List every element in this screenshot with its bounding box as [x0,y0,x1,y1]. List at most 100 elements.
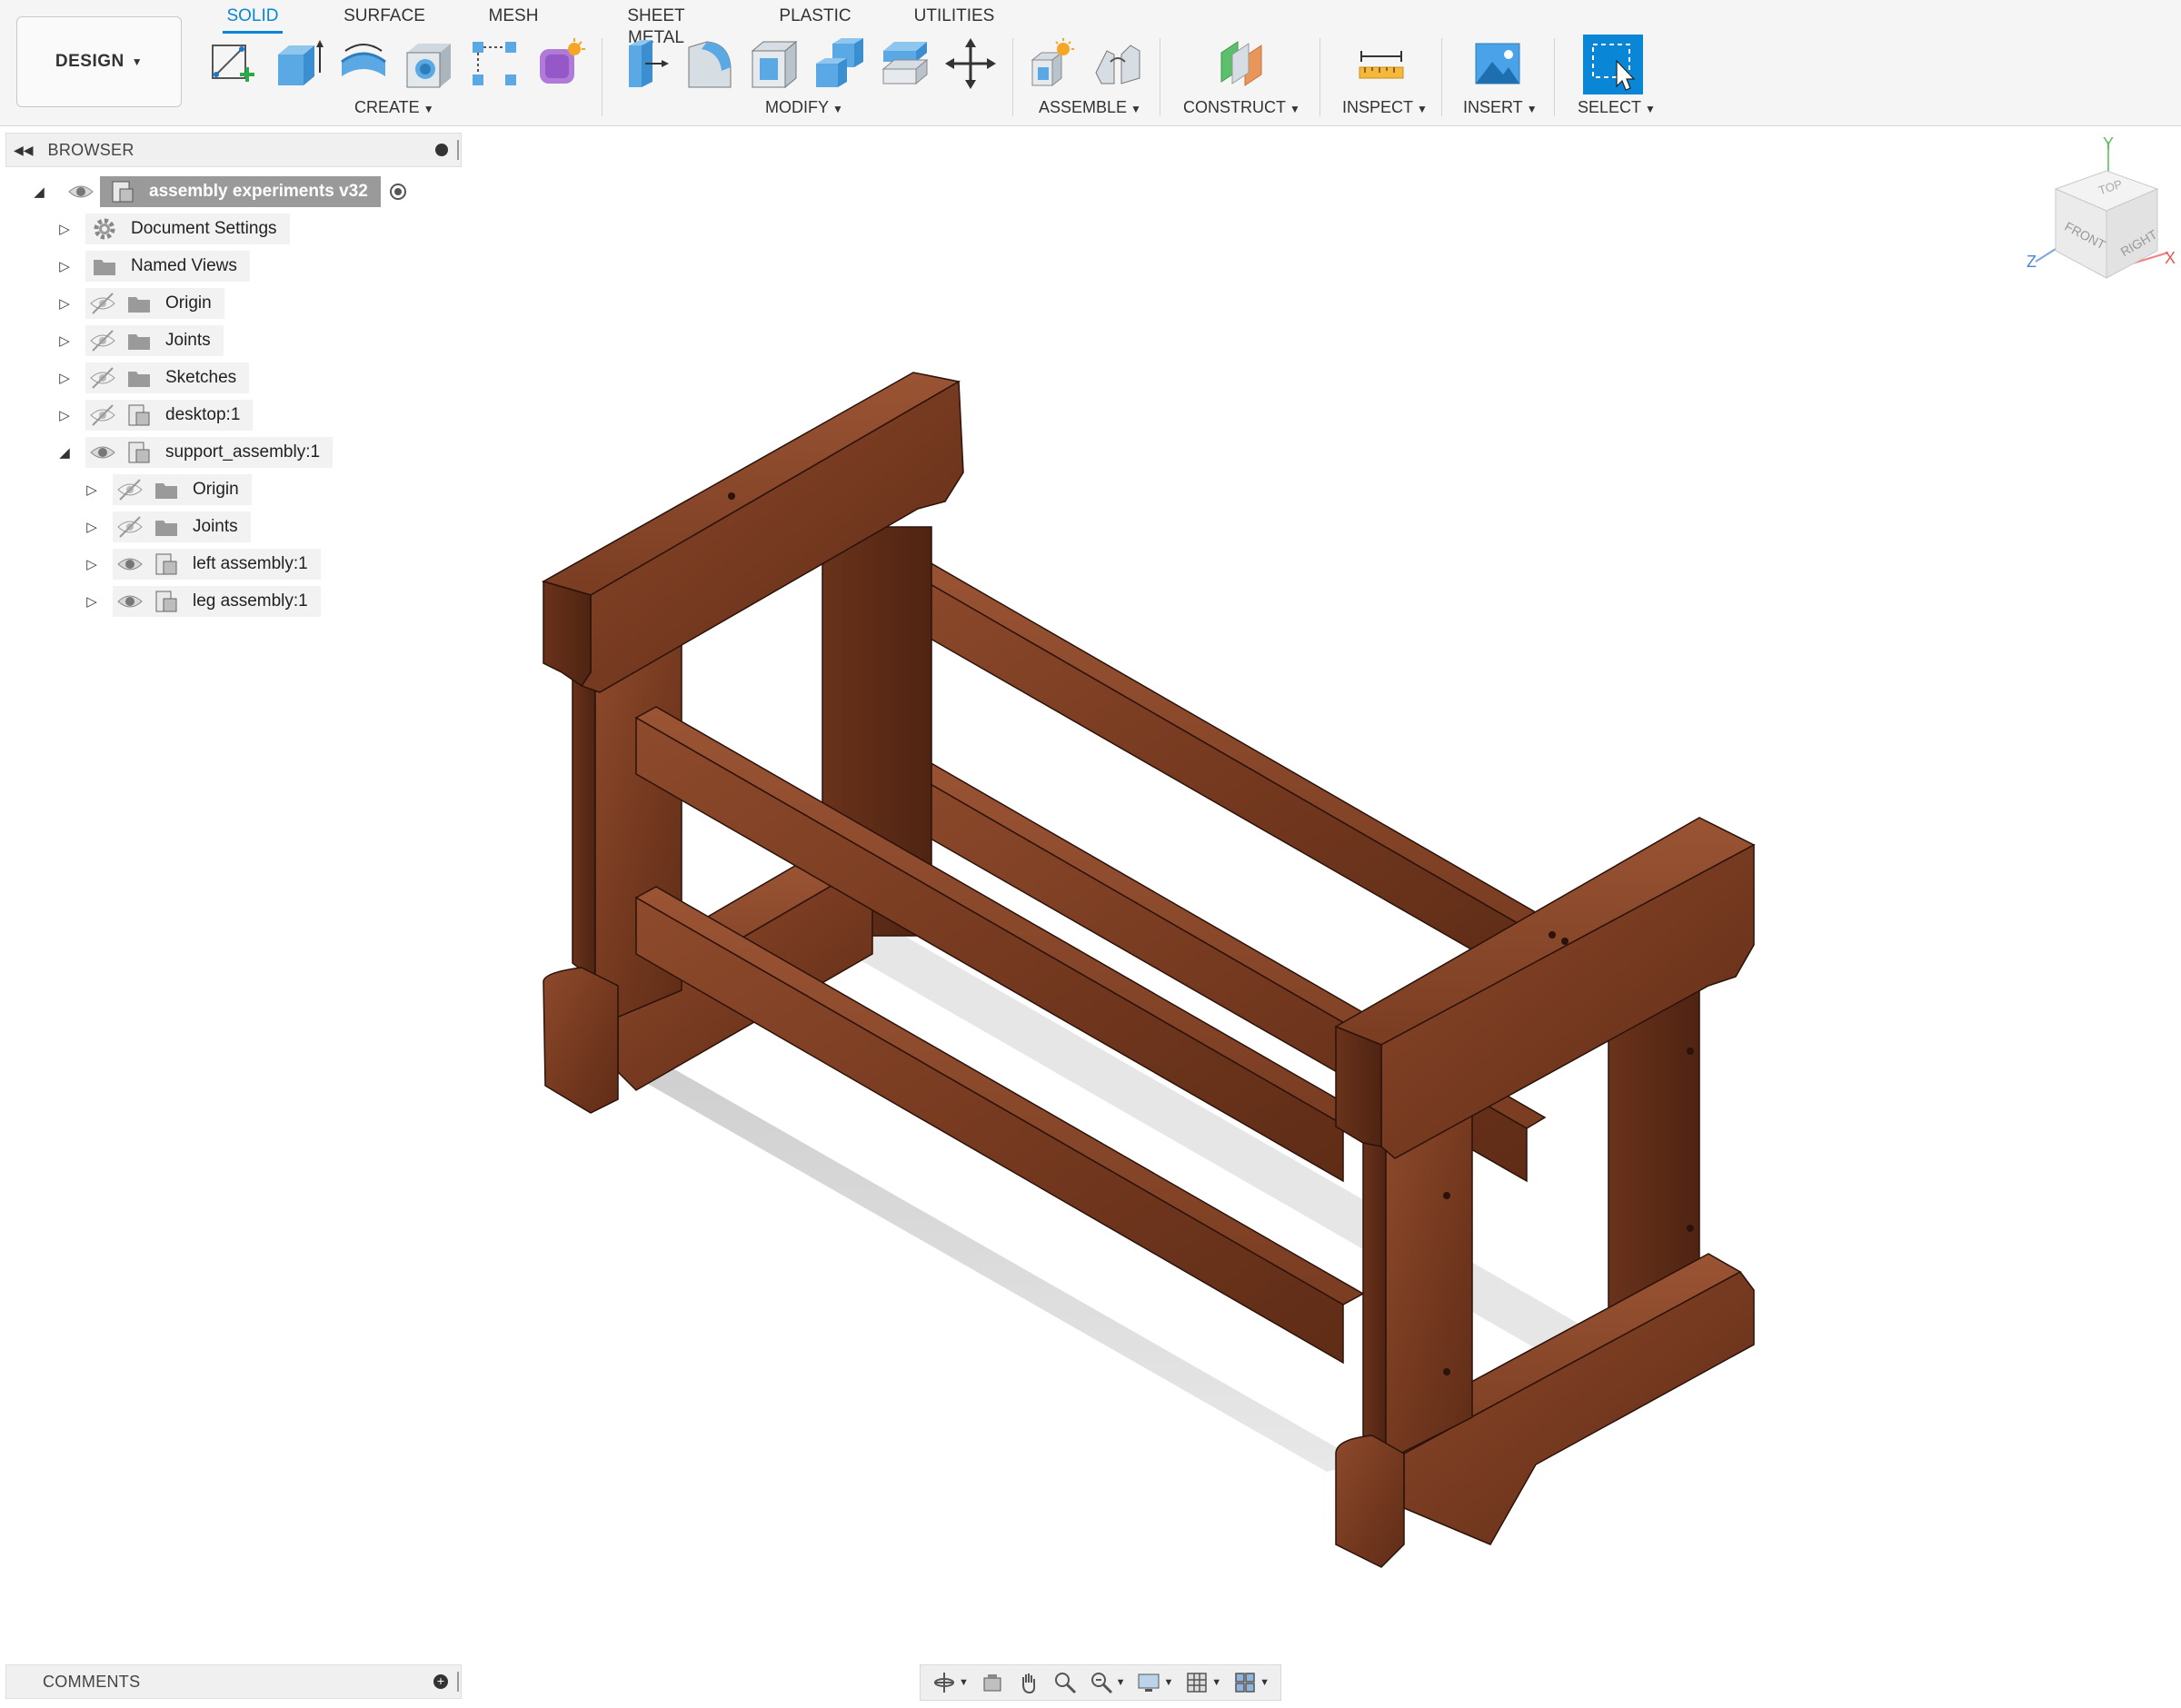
eye-visible-icon[interactable] [89,439,116,466]
new-component-icon[interactable] [1023,35,1081,93]
offset-face-icon[interactable] [876,35,934,93]
tree-root-row[interactable]: ◢ assembly experiments v32 [31,176,406,207]
tree-item-label: Origin [193,480,239,499]
zoom-button[interactable] [1052,1667,1078,1698]
tree-item-label: Joints [165,331,211,350]
fit-button[interactable]: ▼ [1089,1667,1126,1698]
insert-menu[interactable]: INSERT ▼ [1463,98,1538,117]
tab-plastic[interactable]: PLASTIC [779,5,851,31]
revolve-icon[interactable] [334,35,393,93]
tree-row-sub-joints[interactable]: ▷ Joints [84,511,251,542]
combine-icon[interactable] [811,35,869,93]
caret-down-icon: ▼ [1163,1677,1174,1688]
display-settings-button[interactable]: ▼ [1136,1667,1173,1698]
tree-row-left-assembly[interactable]: ▷ left assembly:1 [84,549,321,580]
caret-down-icon: ▼ [958,1677,969,1688]
tree-root-pill[interactable]: assembly experiments v32 [100,176,381,207]
insert-image-icon[interactable] [1469,35,1527,93]
construct-menu[interactable]: CONSTRUCT ▼ [1183,98,1300,117]
measure-icon[interactable] [1352,35,1410,93]
tab-surface[interactable]: SURFACE [344,5,425,31]
y-axis-label: Y [2103,134,2114,153]
tree-row-named-views[interactable]: ▷ Named Views [56,251,250,282]
expanded-triangle-icon[interactable]: ◢ [56,444,73,461]
workspace-switcher-button[interactable]: DESIGN ▼ [16,16,182,107]
tree-row-desktop[interactable]: ▷ desktop:1 [56,400,254,431]
select-menu[interactable]: SELECT ▼ [1578,98,1656,117]
inspect-menu[interactable]: INSPECT ▼ [1342,98,1428,117]
workbench-model[interactable] [542,372,1756,1568]
create-form-icon[interactable] [531,35,589,93]
look-at-button[interactable] [980,1667,1005,1698]
collapsed-triangle-icon[interactable]: ▷ [84,482,100,498]
collapsed-triangle-icon[interactable]: ▷ [56,370,73,386]
shell-icon[interactable] [745,35,803,93]
collapsed-triangle-icon[interactable]: ▷ [56,295,73,312]
viewcube[interactable]: Y X Z TOP FRONT RIGHT [2023,134,2177,298]
caret-down-icon: ▼ [1115,1677,1126,1688]
modify-menu[interactable]: MODIFY ▼ [765,98,843,117]
add-comment-icon[interactable]: + [433,1674,448,1689]
tree-row-origin[interactable]: ▷ Origin [56,288,224,319]
eye-visible-icon[interactable] [116,551,144,578]
collapsed-triangle-icon[interactable]: ▷ [84,593,100,610]
press-pull-icon[interactable] [614,35,672,93]
tree-item-label: Origin [165,293,212,313]
tree-row-sketches[interactable]: ▷ Sketches [56,362,250,393]
folder-icon [91,253,118,280]
workspace-label: DESIGN [55,52,124,71]
eye-visible-icon[interactable] [116,588,144,615]
collapsed-triangle-icon[interactable]: ▷ [84,556,100,572]
create-menu[interactable]: CREATE ▼ [354,98,434,117]
tree-item-label: Sketches [165,368,237,387]
caret-down-icon: ▼ [1417,103,1428,115]
hole-icon[interactable] [400,35,458,93]
fillet-icon[interactable] [680,35,738,93]
z-axis-label: Z [2027,253,2037,271]
eye-hidden-icon[interactable] [116,513,144,541]
activate-radio-icon[interactable] [389,184,406,200]
orbit-button[interactable]: ▼ [931,1667,969,1698]
tab-solid[interactable]: SOLID [223,5,283,34]
create-sketch-icon[interactable] [204,35,262,93]
collapsed-triangle-icon[interactable]: ▷ [56,258,73,274]
viewports-icon [1235,1673,1255,1693]
eye-hidden-icon[interactable] [89,290,116,317]
collapsed-triangle-icon[interactable]: ▷ [56,221,73,237]
3d-viewport[interactable] [0,126,2181,1662]
grid-button[interactable]: ▼ [1184,1667,1221,1698]
chevron-down-icon: ▼ [131,55,144,68]
pattern-icon[interactable] [465,35,523,93]
eye-visible-icon[interactable] [67,178,95,205]
expanded-triangle-icon[interactable]: ◢ [31,184,47,200]
tab-mesh[interactable]: MESH [486,5,541,31]
offset-plane-icon[interactable] [1212,35,1270,93]
viewports-button[interactable]: ▼ [1232,1667,1270,1698]
tree-row-leg-assembly[interactable]: ▷ leg assembly:1 [84,586,321,617]
comments-panel-header[interactable]: COMMENTS + [5,1664,462,1699]
collapsed-triangle-icon[interactable]: ▷ [56,333,73,349]
tree-row-joints[interactable]: ▷ Joints [56,325,224,356]
tree-row-sub-origin[interactable]: ▷ Origin [84,474,252,505]
joint-icon[interactable] [1089,35,1147,93]
move-copy-icon[interactable] [941,35,1000,93]
assemble-menu[interactable]: ASSEMBLE ▼ [1039,98,1141,117]
tree-row-support-assembly[interactable]: ◢ support_assembly:1 [56,437,334,468]
eye-hidden-icon[interactable] [89,327,116,354]
tree-row-document-settings[interactable]: ▷ Document Settings [56,214,290,244]
browser-title: BROWSER [47,140,134,159]
tab-sheet-metal[interactable]: SHEET METAL [597,5,715,47]
collapse-panel-icon[interactable]: ◀◀ [14,143,34,158]
eye-hidden-icon[interactable] [116,476,144,503]
pan-button[interactable] [1016,1667,1041,1698]
collapsed-triangle-icon[interactable]: ▷ [84,519,100,535]
collapsed-triangle-icon[interactable]: ▷ [56,407,73,423]
panel-options-icon[interactable] [435,144,448,156]
extrude-icon[interactable] [269,35,327,93]
eye-hidden-icon[interactable] [89,364,116,392]
select-icon[interactable] [1583,35,1643,94]
panel-resize-grip[interactable] [457,140,459,160]
panel-resize-grip[interactable] [457,1672,459,1692]
eye-hidden-icon[interactable] [89,402,116,429]
tab-utilities[interactable]: UTILITIES [913,5,995,31]
